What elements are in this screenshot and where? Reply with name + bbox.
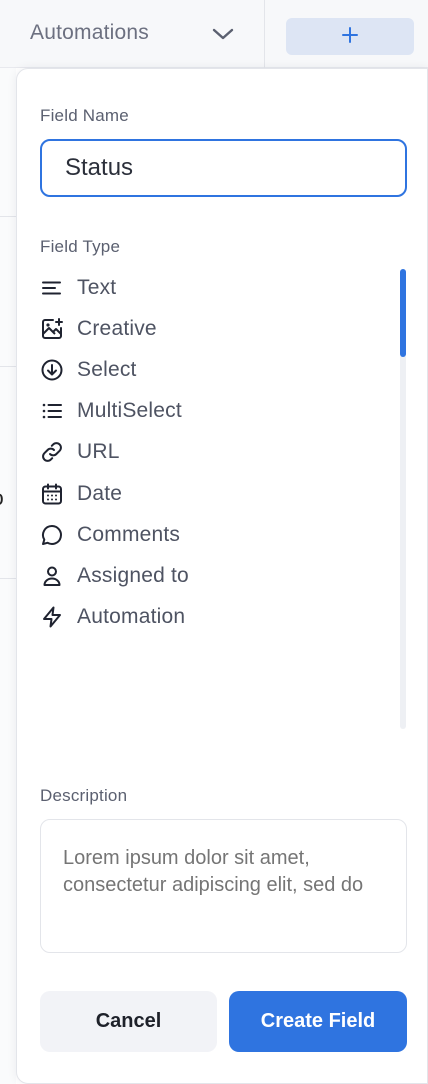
field-type-list: Text Creative Select MultiSelect URL Dat… (40, 267, 380, 638)
row-divider (0, 578, 16, 579)
field-type-creative[interactable]: Creative (40, 308, 380, 349)
field-type-url[interactable]: URL (40, 432, 380, 473)
row-divider (0, 216, 16, 217)
calendar-icon (40, 482, 64, 506)
table-header: Automations (0, 0, 428, 68)
field-type-text[interactable]: Text (40, 267, 380, 308)
chevron-down-icon[interactable] (210, 24, 236, 44)
field-type-comments[interactable]: Comments (40, 514, 380, 555)
table-left-column (0, 68, 16, 1084)
field-type-date[interactable]: Date (40, 473, 380, 514)
field-type-assigned-to[interactable]: Assigned to (40, 555, 380, 596)
add-column-button[interactable] (286, 18, 414, 55)
field-name-label: Field Name (40, 106, 129, 125)
cancel-button[interactable]: Cancel (40, 991, 217, 1052)
row-divider (0, 366, 16, 367)
field-type-scrollbar[interactable] (400, 269, 406, 729)
field-type-label-date: Date (77, 481, 123, 505)
field-type-multiselect[interactable]: MultiSelect (40, 391, 380, 432)
field-type-label-comments: Comments (77, 522, 181, 546)
clipped-cell-text: o (0, 487, 6, 513)
field-type-label-creative: Creative (77, 316, 157, 340)
field-type-label-assigned-to: Assigned to (77, 563, 189, 587)
create-field-button[interactable]: Create Field (229, 991, 407, 1052)
circle-arrow-down-icon (40, 358, 64, 382)
link-icon (40, 440, 64, 464)
list-icon (40, 399, 64, 423)
field-type-label: Field Type (40, 237, 121, 256)
description-label: Description (40, 786, 128, 805)
plus-icon (340, 25, 360, 48)
user-icon (40, 564, 64, 588)
field-type-label-multiselect: MultiSelect (77, 399, 182, 423)
comment-icon (40, 523, 64, 547)
lightning-icon (40, 605, 64, 629)
text-lines-icon (40, 276, 64, 300)
field-type-select[interactable]: Select (40, 349, 380, 390)
field-type-label-select: Select (77, 357, 137, 381)
field-name-input[interactable] (40, 139, 407, 197)
column-header-label: Automations (30, 21, 149, 44)
description-textarea[interactable] (40, 819, 407, 953)
field-type-label-automation: Automation (77, 605, 186, 629)
field-type-automation[interactable]: Automation (40, 597, 380, 638)
field-type-label-url: URL (77, 440, 120, 464)
column-header-automations[interactable]: Automations (0, 0, 265, 68)
image-plus-icon (40, 317, 64, 341)
field-type-label-text: Text (77, 275, 117, 299)
scrollbar-thumb[interactable] (400, 269, 406, 357)
create-field-panel: Field Name Field Type Text Creative Sele… (16, 68, 428, 1084)
